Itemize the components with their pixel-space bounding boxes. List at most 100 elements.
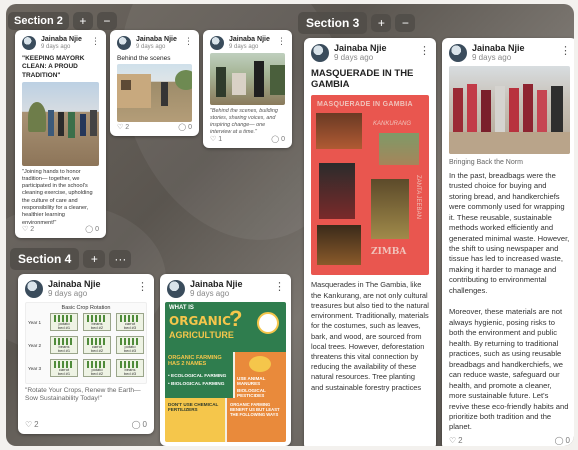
post-card[interactable]: Jainaba Njie 9 days ago ⋮ "Behind the sc… [203, 30, 292, 148]
infographic-name-1: • ECOLOGICAL FARMING [168, 373, 227, 379]
post-card[interactable]: Jainaba Njie 9 days ago ⋮ MASQUERADE IN … [304, 38, 436, 446]
like-button[interactable]: ♡ 1 [210, 135, 222, 144]
post-body-paragraph: In the past, breadbags were the trusted … [449, 170, 570, 295]
post-photo[interactable] [210, 53, 285, 106]
post-time: 9 days ago [190, 288, 230, 298]
post-menu-icon[interactable]: ⋮ [274, 280, 285, 293]
collapse-section-button[interactable]: − [395, 14, 416, 32]
post-card[interactable]: Jainaba Njie 9 days ago ⋮ WHAT IS ORGANI… [160, 274, 291, 446]
bed-label: bed #2 [90, 371, 104, 377]
post-subtitle: Bringing Back the Norm [449, 158, 523, 166]
infographic-question-mark: ? [229, 305, 243, 331]
post-card[interactable]: Jainaba Njie 9 days ago ⋮ Behind the sce… [110, 30, 199, 136]
post-menu-icon[interactable]: ⋮ [419, 44, 430, 57]
section-2-title[interactable]: Section 2 [8, 12, 69, 30]
crop-bed: potato bed #2 [83, 358, 111, 377]
bed-label: bed #3 [123, 371, 137, 377]
crop-bed: carrot bed #2 [83, 335, 111, 354]
masquerade-poster[interactable]: MASQUERADE IN GAMBIA KANKURANG ZANTA JEE… [311, 95, 429, 276]
post-header: Jainaba Njie 9 days ago ⋮ [442, 38, 574, 66]
add-post-button[interactable]: + [83, 250, 106, 268]
post-body: "Joining hands to honor tradition— toget… [22, 168, 93, 226]
section-4-header: Section 4 + ··· [10, 248, 132, 270]
bed-label: bed #2 [90, 325, 104, 331]
post-time: 9 days ago [229, 43, 259, 50]
crop-bed: beans bed #3 [116, 358, 144, 377]
crop-bed: carrot bed #3 [116, 312, 144, 331]
add-post-button[interactable]: + [72, 12, 93, 30]
post-menu-icon[interactable]: ⋮ [277, 36, 286, 47]
infographic-what-is: WHAT IS [169, 304, 194, 311]
poster-side-label: KANKURANG [373, 121, 412, 128]
like-button[interactable]: ♡ 2 [117, 123, 129, 132]
post-card[interactable]: Jainaba Njie 9 days ago ⋮ Bringing Back … [442, 38, 574, 446]
comment-button[interactable]: ◯ 0 [85, 225, 99, 234]
more-options-button[interactable]: ··· [109, 250, 132, 268]
avatar [25, 280, 43, 299]
crop-bed: beans bed #2 [83, 312, 111, 331]
post-time: 9 days ago [334, 52, 374, 62]
poster-title: MASQUERADE IN GAMBIA [317, 101, 413, 109]
comment-count: 0 [95, 225, 99, 233]
crop-bed: carrot bed #1 [50, 358, 78, 377]
infographic-name-2: • BIOLOGICAL FARMING [168, 381, 225, 387]
post-header: Jainaba Njie 9 days ago ⋮ [304, 38, 436, 66]
bed-label: bed #1 [57, 325, 71, 331]
poster-bottom-label: ZIMBA [371, 247, 407, 258]
post-card[interactable]: Jainaba Njie 9 days ago ⋮ "KEEPING MAYOR… [15, 30, 106, 238]
year-label: Year 1 [28, 319, 42, 325]
post-caption: "Rotate Your Crops, Renew the Earth— Sow… [25, 386, 141, 403]
comment-button[interactable]: ◯ 0 [132, 420, 147, 429]
comment-button[interactable]: ◯ 0 [271, 135, 285, 144]
crop-rotation-diagram[interactable]: Basic Crop Rotation Year 1 potato bed #1 be… [25, 301, 147, 384]
post-menu-icon[interactable]: ⋮ [91, 36, 100, 47]
post-footer: ♡ 2 ◯ 0 [442, 433, 574, 446]
post-photo[interactable] [449, 65, 570, 154]
post-menu-icon[interactable]: ⋮ [137, 280, 148, 293]
post-header: Jainaba Njie 9 days ago ⋮ [203, 30, 292, 53]
avatar [311, 44, 329, 63]
post-footer: ♡ 2 ◯ 0 [18, 417, 154, 432]
post-footer: ♡ 2 ◯ 0 [15, 222, 106, 236]
like-button[interactable]: ♡ 2 [449, 436, 463, 445]
like-count: 2 [34, 420, 39, 429]
collapse-section-button[interactable]: − [96, 12, 117, 30]
post-photo[interactable] [117, 64, 192, 123]
post-photo[interactable] [22, 81, 99, 166]
post-menu-icon[interactable]: ⋮ [184, 36, 193, 47]
avatar [167, 280, 185, 299]
bed-label: bed #1 [57, 348, 71, 354]
like-button[interactable]: ♡ 2 [22, 225, 34, 234]
post-time: 9 days ago [136, 43, 166, 50]
section-4-title[interactable]: Section 4 [10, 248, 80, 270]
section-3-title[interactable]: Section 3 [298, 12, 368, 34]
post-time: 9 days ago [41, 43, 71, 50]
avatar [117, 36, 131, 51]
manure-icon [249, 355, 271, 372]
crop-bed: potato bed #1 [50, 312, 78, 331]
post-card[interactable]: Jainaba Njie 9 days ago ⋮ Basic Crop Rot… [18, 274, 154, 434]
bed-label: bed #3 [123, 325, 137, 331]
post-author: Jainaba Njie [41, 36, 82, 43]
organic-agriculture-infographic[interactable]: WHAT IS ORGANIC AGRICULTURE ? ORGANIC FA… [165, 301, 286, 442]
like-count: 2 [458, 436, 463, 445]
infographic-agriculture: AGRICULTURE [169, 329, 234, 340]
like-button[interactable]: ♡ 2 [25, 420, 39, 429]
post-time: 9 days ago [48, 288, 88, 298]
year-label: Year 3 [28, 365, 42, 371]
add-post-button[interactable]: + [371, 14, 392, 32]
padlet-board: Section 2 + − Section 3 + − Section 4 + … [6, 4, 574, 446]
avatar [449, 44, 467, 63]
comment-button[interactable]: ◯ 0 [555, 436, 570, 445]
leaf-logo-icon [257, 311, 279, 334]
avatar [210, 36, 224, 51]
post-title: Behind the scenes [117, 55, 171, 63]
comment-button[interactable]: ◯ 0 [178, 123, 192, 132]
section-3-header: Section 3 + − [298, 12, 416, 34]
post-menu-icon[interactable]: ⋮ [560, 44, 571, 57]
infographic-organic: ORGANIC [169, 313, 231, 328]
poster-vertical-label: ZANTA JEEBAN [415, 175, 421, 220]
infographic-two-names: ORGANIC FARMING HAS 2 NAMES [168, 354, 222, 368]
diagram-title: Basic Crop Rotation [61, 304, 111, 311]
post-body-paragraph: Moreover, these materials are not always… [449, 307, 569, 432]
